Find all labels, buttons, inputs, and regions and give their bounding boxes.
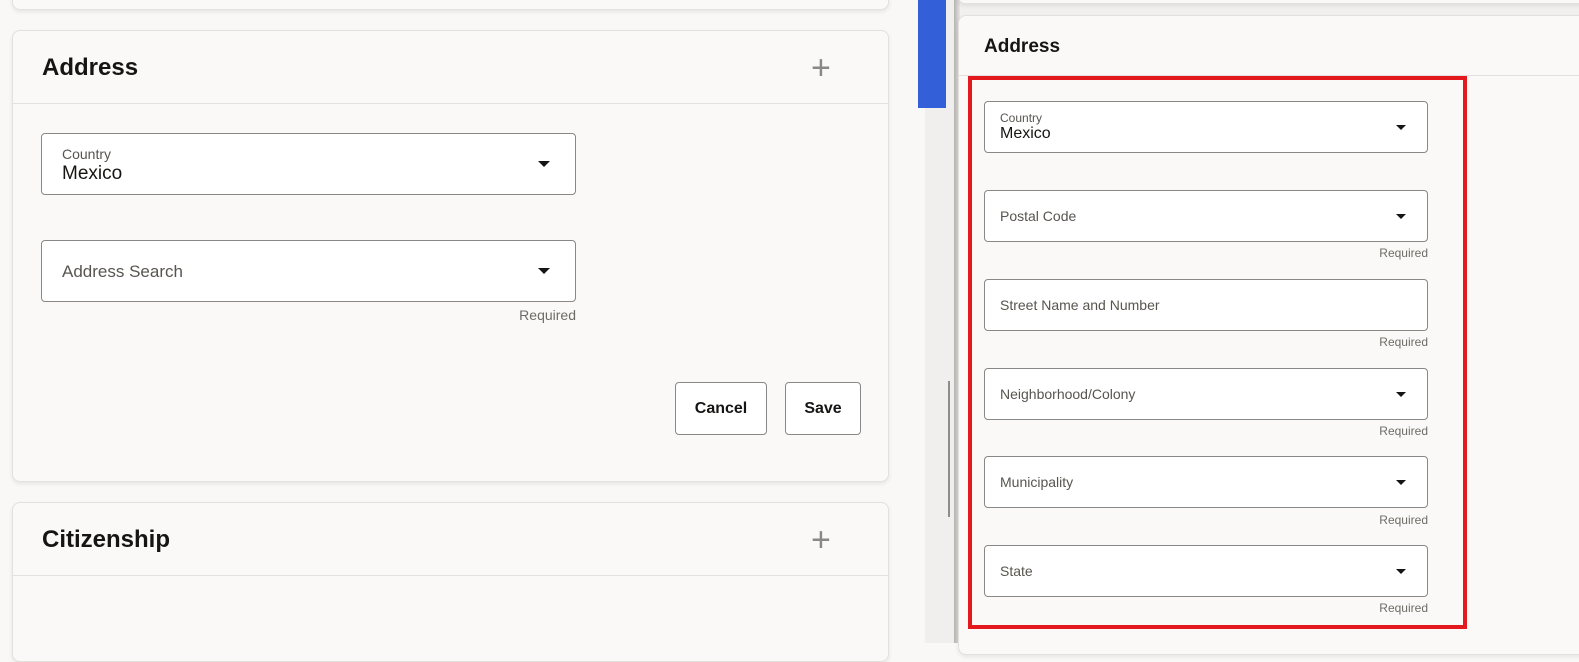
required-hint: Required <box>1379 335 1428 349</box>
required-hint: Required <box>519 307 576 323</box>
scrollbar[interactable] <box>948 381 950 517</box>
address-card-header <box>13 31 888 104</box>
chevron-down-icon <box>1396 480 1406 485</box>
municipality-select[interactable]: Municipality <box>984 456 1428 508</box>
state-select[interactable]: State <box>984 545 1428 597</box>
state-label: State <box>1000 563 1033 579</box>
chevron-down-icon <box>538 161 550 167</box>
add-icon[interactable]: + <box>811 523 831 557</box>
save-button[interactable]: Save <box>785 382 861 435</box>
chevron-down-icon <box>538 268 550 274</box>
country-label: Country <box>1000 111 1043 125</box>
chevron-down-icon <box>1396 214 1406 219</box>
citizenship-card: Citizenship + <box>12 502 889 662</box>
neighborhood-label: Neighborhood/Colony <box>1000 386 1136 402</box>
chevron-down-icon <box>1396 569 1406 574</box>
required-hint: Required <box>1379 513 1428 527</box>
street-label: Street Name and Number <box>1000 297 1160 313</box>
postal-code-label: Postal Code <box>1000 208 1077 224</box>
country-label: Country <box>62 146 112 162</box>
address-card: Address + Country Mexico Address Search … <box>12 30 889 482</box>
neighborhood-select[interactable]: Neighborhood/Colony <box>984 368 1428 420</box>
chevron-down-icon <box>1396 392 1406 397</box>
cancel-button[interactable]: Cancel <box>675 382 767 435</box>
address-title: Address <box>42 54 139 81</box>
country-value: Mexico <box>62 163 123 184</box>
right-address-title: Address <box>984 36 1061 57</box>
country-select[interactable]: Country Mexico <box>41 133 576 195</box>
citizenship-title: Citizenship <box>42 526 171 553</box>
add-icon[interactable]: + <box>811 51 831 85</box>
right-country-select[interactable]: Country Mexico <box>984 101 1428 153</box>
required-hint: Required <box>1379 246 1428 260</box>
required-hint: Required <box>1379 424 1428 438</box>
country-value: Mexico <box>1000 125 1051 142</box>
address-search-select[interactable]: Address Search <box>41 240 576 302</box>
right-top-card <box>958 0 1579 4</box>
postal-code-select[interactable]: Postal Code <box>984 190 1428 242</box>
municipality-label: Municipality <box>1000 474 1074 490</box>
previous-card <box>12 0 889 10</box>
accent-strip <box>918 0 946 108</box>
address-search-placeholder: Address Search <box>62 262 183 281</box>
street-input[interactable]: Street Name and Number <box>984 279 1428 331</box>
required-hint: Required <box>1379 601 1428 615</box>
chevron-down-icon <box>1396 125 1406 130</box>
